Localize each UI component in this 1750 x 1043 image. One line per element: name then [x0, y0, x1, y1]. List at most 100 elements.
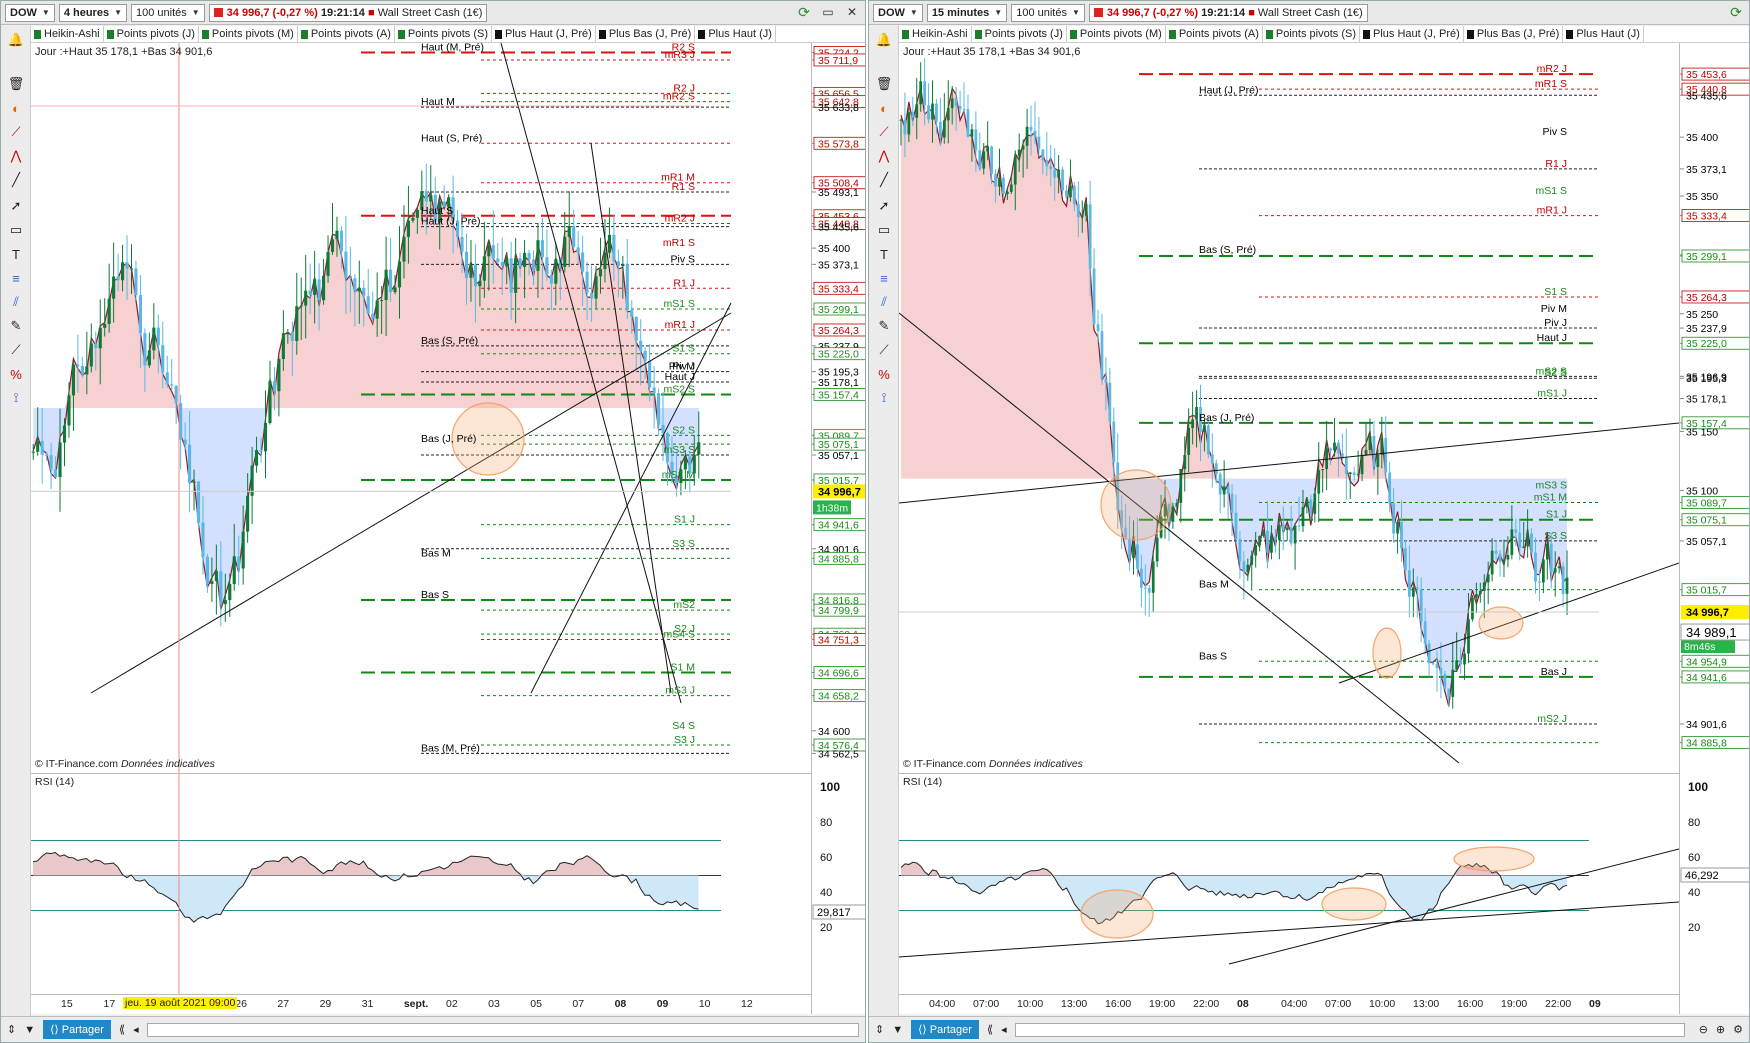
magnet-icon[interactable]: ◐	[6, 98, 26, 118]
indicator-color-icon	[201, 29, 209, 39]
fibo-fan-icon[interactable]: ⫽	[6, 292, 26, 312]
price-tag: 35 711,9	[818, 55, 858, 67]
indicator-tab[interactable]: Plus Haut (J, Pré)	[1360, 26, 1464, 42]
indicator-tab[interactable]: Points pivots (M)	[199, 26, 298, 42]
measure-icon[interactable]: ⟟	[874, 388, 894, 408]
highlight-circle[interactable]	[1100, 469, 1172, 541]
fibo-icon[interactable]: ≡	[6, 268, 26, 288]
share-button[interactable]: ⟨⟩ Partager	[43, 1020, 111, 1039]
indicator-tab[interactable]: Plus Haut (J, Pré)	[492, 26, 596, 42]
highlight-circle[interactable]	[1453, 846, 1535, 872]
indicator-tab[interactable]: Plus Haut (J)	[695, 26, 776, 42]
rectangle-icon[interactable]: ▭	[6, 220, 26, 240]
indicator-tab[interactable]: Points pivots (J)	[972, 26, 1067, 42]
expand-icon[interactable]: ⇕	[7, 1023, 16, 1036]
time-scrollbar[interactable]	[146, 1022, 859, 1037]
measure-icon[interactable]: ⟟	[6, 388, 26, 408]
candle-body	[1384, 438, 1388, 473]
symbol-select[interactable]: DOW ▼	[873, 3, 923, 22]
timeframe-select[interactable]: 4 heures ▼	[58, 3, 127, 22]
line-icon[interactable]: ╱	[6, 170, 26, 190]
candle-body	[366, 296, 370, 314]
cursor-icon[interactable]: ➚	[874, 196, 894, 216]
percent-icon[interactable]: %	[6, 364, 26, 384]
indicator-tab[interactable]: Points pivots (A)	[298, 26, 395, 42]
price-chart[interactable]: Haut (M, Pré) R2 SmR3 J R2 JmR2 S Haut M Hau…	[31, 43, 811, 773]
pen-icon[interactable]: ✎	[874, 316, 894, 336]
rsi-panel[interactable]	[31, 773, 811, 995]
indicator-tab[interactable]: Points pivots (M)	[1067, 26, 1166, 42]
rsi-panel[interactable]	[898, 773, 1680, 994]
candle-body	[1356, 474, 1360, 476]
sync-icon[interactable]: ⟳	[795, 4, 813, 20]
price-chart-svg: Haut (M, Pré) R2 SmR3 JR2 JmR2 SHaut MHau…	[31, 43, 732, 773]
price-axis[interactable]: 35 453,6 35 440,8 35 435,6 35 400 35 373,1 35…	[1679, 43, 1749, 1014]
line-icon[interactable]: ╱	[874, 170, 894, 190]
scroll-prev-icon[interactable]: ◂	[133, 1023, 139, 1036]
fibo-fan-icon[interactable]: ⫽	[874, 292, 894, 312]
text-icon[interactable]: T	[6, 244, 26, 264]
highlight-circle[interactable]	[1321, 887, 1387, 921]
time-axis[interactable]: 04:00 07:00 10:00 13:00 16:00 19:00 22:00 08 04:…	[899, 994, 1679, 1014]
chevron-down-icon[interactable]: ▼	[24, 1024, 35, 1036]
minimize-icon[interactable]: ▭	[819, 4, 837, 20]
sync-icon[interactable]: ⟳	[1727, 4, 1745, 20]
highlight-circle[interactable]	[1080, 889, 1154, 939]
symbol-select[interactable]: DOW ▼	[5, 3, 55, 22]
fibo-icon[interactable]: ≡	[874, 268, 894, 288]
timeframe-select[interactable]: 15 minutes ▼	[926, 3, 1008, 22]
window-titlebar: DOW ▼ 4 heures ▼ 100 unités ▼ 34 996,7 (-0,…	[1, 1, 865, 25]
settings-icon[interactable]: ⚙	[1733, 1023, 1743, 1036]
indicator-tab[interactable]: Plus Bas (J, Pré)	[1464, 26, 1564, 42]
indicator-tab[interactable]: Points pivots (A)	[1166, 26, 1263, 42]
fan-icon[interactable]: ⋀	[6, 146, 26, 166]
price-tag: 35 075,1	[1686, 515, 1727, 527]
close-icon[interactable]: ✕	[843, 4, 861, 20]
magnet-icon[interactable]: ◐	[874, 98, 894, 118]
hover-date-tag: jeu. 19 août 2021 09:00	[123, 997, 238, 1009]
quantity-select[interactable]: 100 unités ▼	[130, 3, 205, 22]
indicator-tab[interactable]: Heikin-Ashi	[31, 26, 104, 42]
price-chart[interactable]: mR2 J mR1 S Haut (J, Pré) Piv S R1 J mS1 S mR1…	[899, 43, 1679, 773]
trash-icon[interactable]: 🗑	[874, 74, 894, 94]
indicator-tab[interactable]: Heikin-Ashi	[899, 26, 972, 42]
candle-body	[1088, 204, 1092, 269]
trend-line[interactable]	[899, 312, 1460, 764]
price-axis[interactable]: 35 724,2 35 711,9 35 656,5 35 642,8 35 633,8…	[811, 43, 865, 1014]
scroll-left-icon[interactable]: ⟪	[987, 1023, 993, 1036]
channel-icon[interactable]: ⟋	[6, 340, 26, 360]
trend-icon[interactable]: ⟋	[6, 122, 26, 142]
pivot-tag: mS1 S	[1535, 185, 1567, 197]
indicator-tab[interactable]: Points pivots (S)	[395, 26, 492, 42]
scroll-left-icon[interactable]: ⟪	[119, 1023, 125, 1036]
candle-body	[648, 360, 652, 388]
zoom-in-icon[interactable]: ⊕	[1716, 1023, 1725, 1036]
zoom-out-icon[interactable]: ⊖	[1699, 1023, 1708, 1036]
trend-icon[interactable]: ⟋	[874, 122, 894, 142]
alert-bell-icon[interactable]: 🔔	[6, 30, 26, 50]
indicator-tab[interactable]: Points pivots (J)	[104, 26, 199, 42]
highlight-circle[interactable]	[1372, 627, 1402, 679]
rectangle-icon[interactable]: ▭	[874, 220, 894, 240]
scroll-prev-icon[interactable]: ◂	[1001, 1023, 1007, 1036]
pen-icon[interactable]: ✎	[6, 316, 26, 336]
price-tag: 34 696,6	[818, 667, 859, 679]
share-button[interactable]: ⟨⟩ Partager	[911, 1020, 979, 1039]
price-tag: 35 178,1	[818, 377, 859, 389]
alert-bell-icon[interactable]: 🔔	[874, 30, 894, 50]
cursor-icon[interactable]: ➚	[6, 196, 26, 216]
indicator-tab[interactable]: Plus Haut (J)	[1563, 26, 1644, 42]
time-scrollbar[interactable]	[1014, 1022, 1685, 1037]
indicator-label: Heikin-Ashi	[44, 28, 100, 40]
indicator-tab[interactable]: Plus Bas (J, Pré)	[596, 26, 696, 42]
indicator-tab[interactable]: Points pivots (S)	[1263, 26, 1360, 42]
trash-icon[interactable]: 🗑	[6, 74, 26, 94]
text-icon[interactable]: T	[874, 244, 894, 264]
expand-icon[interactable]: ⇕	[875, 1023, 884, 1036]
chevron-down-icon[interactable]: ▼	[892, 1024, 903, 1036]
channel-icon[interactable]: ⟋	[874, 340, 894, 360]
time-axis[interactable]: 1517242526272931sept.0203050708091012jeu…	[31, 994, 811, 1014]
percent-icon[interactable]: %	[874, 364, 894, 384]
quantity-select[interactable]: 100 unités ▼	[1011, 3, 1085, 22]
fan-icon[interactable]: ⋀	[874, 146, 894, 166]
